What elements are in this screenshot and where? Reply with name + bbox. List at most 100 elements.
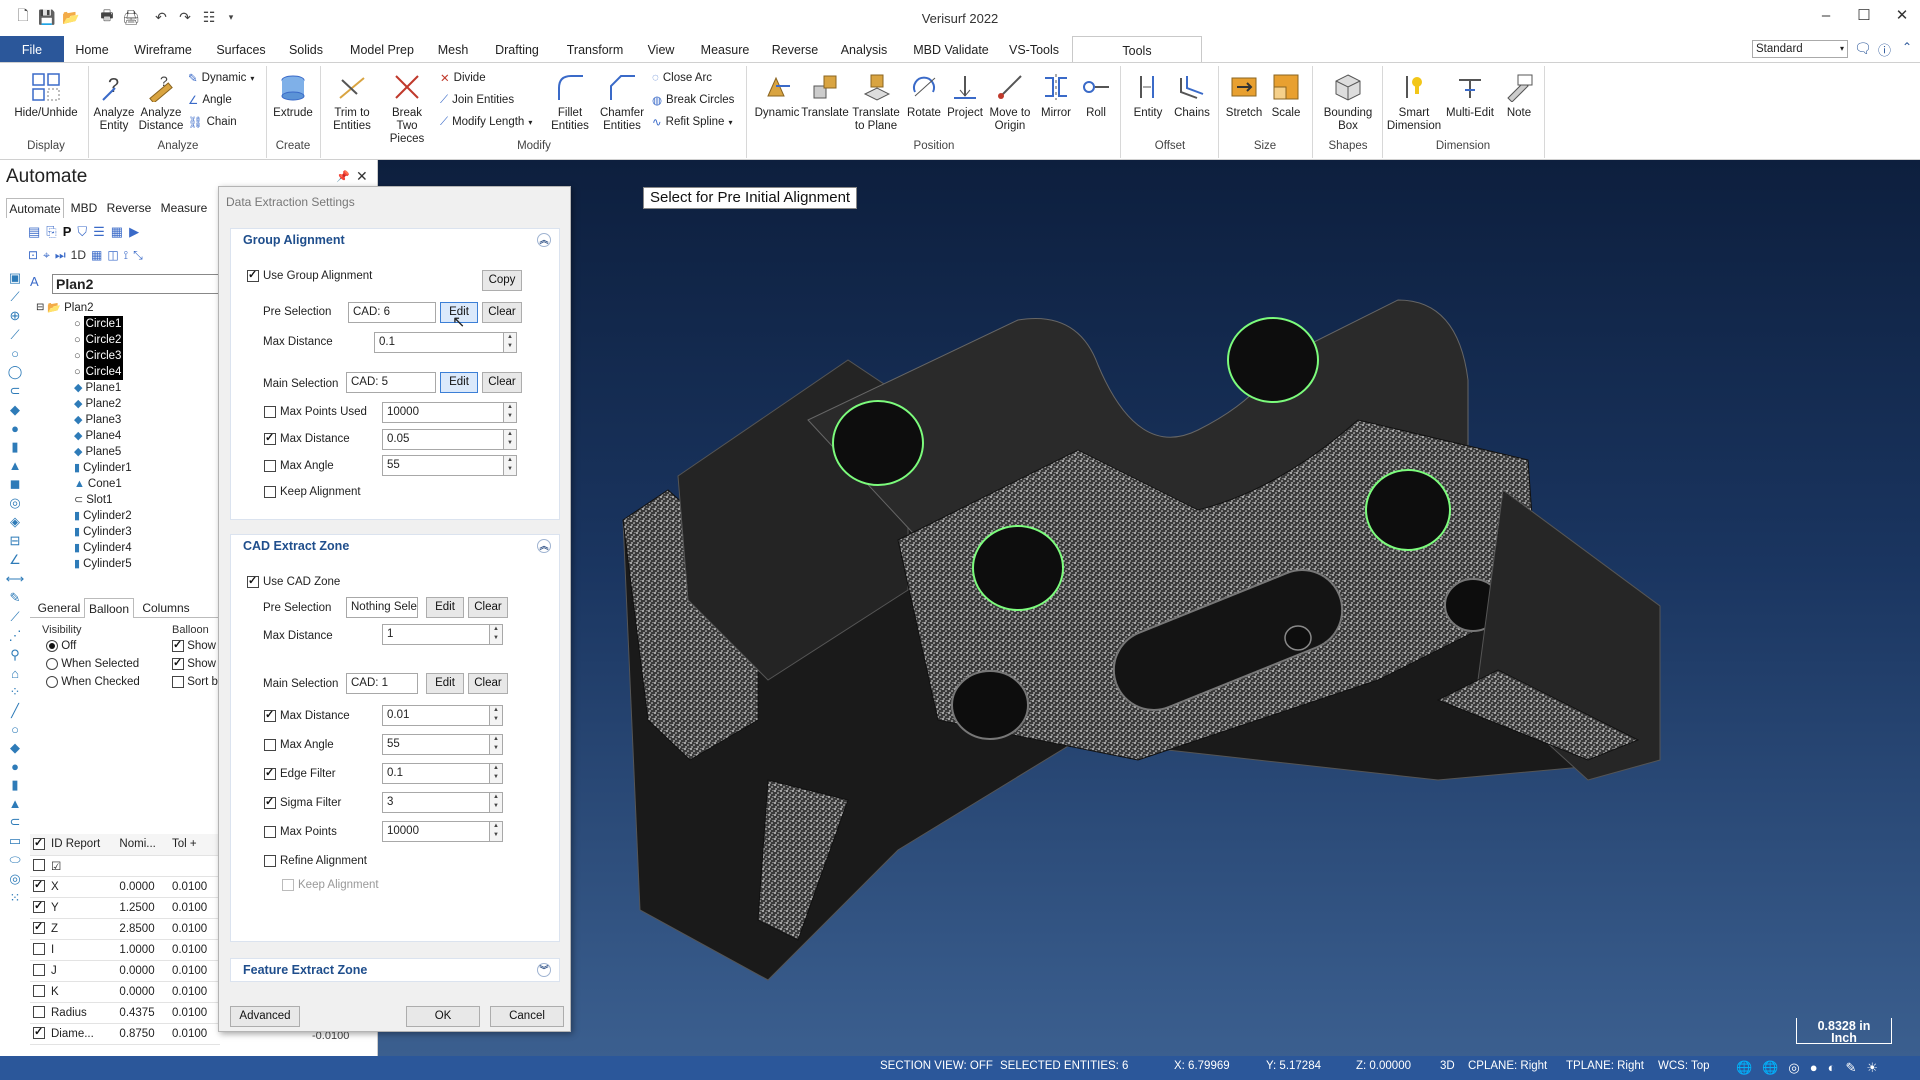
main-clear-button[interactable]: Clear: [482, 372, 522, 393]
mirror-button[interactable]: Mirror: [1036, 70, 1076, 120]
cad-max-distance2-field[interactable]: 0.01: [382, 705, 490, 726]
cad-main-selection-field[interactable]: CAD: 1: [346, 673, 418, 694]
tab-solids[interactable]: Solids: [282, 36, 330, 62]
tree-item[interactable]: ▮ Cylinder3: [36, 524, 216, 540]
cube-tool-icon[interactable]: ◼: [10, 476, 21, 492]
point-icon[interactable]: ⟋: [10, 289, 19, 305]
edit-tool-icon[interactable]: ✎: [10, 590, 21, 606]
part-model-3d[interactable]: [378, 160, 1920, 1056]
show-n2-checkbox[interactable]: Show N: [172, 656, 218, 670]
tab-columns[interactable]: Columns: [136, 598, 196, 618]
row-checkbox-cell[interactable]: [30, 1023, 48, 1045]
cplane-status[interactable]: CPLANE: Right: [1468, 1060, 1547, 1072]
ok-button[interactable]: OK: [406, 1006, 480, 1027]
break-circles-button[interactable]: ◍ Break Circles: [652, 90, 734, 110]
edge-filter-field[interactable]: 0.1: [382, 763, 490, 784]
cad-max-points-checkbox[interactable]: Max Points: [264, 826, 337, 838]
view-mode-status[interactable]: 3D: [1440, 1060, 1455, 1072]
slot-tool-icon[interactable]: ⊂: [10, 383, 21, 399]
cone-tool-icon[interactable]: ▲: [9, 458, 22, 473]
cad-max-distance-spinner[interactable]: ▲ ▼: [490, 624, 503, 645]
tree-item[interactable]: ⊂ Slot1: [36, 492, 216, 508]
qa-dropdown-icon[interactable]: ▾: [222, 8, 240, 26]
offset-chains-button[interactable]: Chains: [1170, 70, 1214, 120]
maximize-icon[interactable]: ☐: [1850, 4, 1878, 28]
angle-tool-icon[interactable]: ∠: [9, 552, 21, 568]
undo-icon[interactable]: ↶: [152, 8, 170, 26]
tab-vs-tools[interactable]: VS-Tools: [1006, 36, 1062, 62]
tplane-status[interactable]: TPLANE: Right: [1566, 1060, 1644, 1072]
sphere-tool-icon[interactable]: ●: [11, 421, 19, 436]
use-group-alignment-checkbox[interactable]: Use Group Alignment: [247, 268, 372, 282]
cancel-button[interactable]: Cancel: [490, 1006, 564, 1027]
row-checkbox-cell[interactable]: [30, 960, 48, 982]
hide-unhide-button[interactable]: Hide/Unhide: [10, 70, 82, 120]
tree-item[interactable]: ▲ Cone1: [36, 476, 216, 492]
device-tool-icon[interactable]: ⌂: [11, 666, 19, 681]
row-checkbox-cell[interactable]: [30, 918, 48, 940]
smart-dimension-button[interactable]: Smart Dimension: [1386, 70, 1442, 133]
visibility-selected-radio[interactable]: When Selected: [46, 658, 140, 670]
plan-name-field[interactable]: Plan2: [52, 274, 222, 294]
divide-button[interactable]: ✕ Divide: [440, 68, 486, 88]
cad-max-points-field[interactable]: 10000: [382, 821, 490, 842]
style-combo[interactable]: Standard ▾: [1752, 40, 1848, 58]
edge-filter-spinner[interactable]: ▲ ▼: [490, 763, 503, 784]
tab-mesh[interactable]: Mesh: [432, 36, 474, 62]
new-file-icon[interactable]: 🗋: [14, 7, 32, 26]
ribbon-collapse-icon[interactable]: ⌃: [1902, 40, 1912, 54]
tab-balloon[interactable]: Balloon: [84, 598, 134, 618]
dynamic-analyze-button[interactable]: ✎ Dynamic ▾: [188, 68, 254, 88]
use-cad-zone-checkbox[interactable]: Use CAD Zone: [247, 574, 340, 588]
cad-main-clear-button[interactable]: Clear: [468, 673, 508, 694]
globe-icon[interactable]: 🌐: [1736, 1060, 1752, 1076]
tree-item[interactable]: ○ Circle4: [36, 364, 216, 380]
cad-max-angle-checkbox[interactable]: Max Angle: [264, 739, 334, 751]
expand-icon[interactable]: ︾: [537, 963, 551, 977]
sphere-wire-icon[interactable]: ◐: [1828, 1060, 1836, 1076]
max-points-used-field[interactable]: 10000: [382, 402, 504, 423]
table-row[interactable]: X0.00000.0100: [30, 876, 220, 898]
visibility-off-radio[interactable]: Off: [46, 640, 140, 652]
arrow-tool-icon[interactable]: ⟷: [6, 571, 25, 587]
refit-spline-button[interactable]: ∿ Refit Spline ▾: [652, 112, 732, 132]
wcs-status[interactable]: WCS: Top: [1658, 1060, 1710, 1072]
tree-item[interactable]: ◆ Plane5: [36, 444, 216, 460]
globe3-icon[interactable]: ◎: [1788, 1060, 1799, 1076]
ellipse-tool-icon[interactable]: ◯: [8, 364, 23, 380]
tab-automate[interactable]: Automate: [6, 198, 64, 218]
tree-item[interactable]: ▮ Cylinder2: [36, 508, 216, 524]
cad-max-distance-field[interactable]: 1: [382, 624, 490, 645]
filter-icon[interactable]: ⛉: [77, 224, 87, 244]
cylinder2-tool-icon[interactable]: ▮: [11, 777, 18, 793]
pin-icon[interactable]: 📌: [336, 170, 350, 183]
pre-clear-button[interactable]: Clear: [482, 302, 522, 323]
rect-tool-icon[interactable]: ▭: [9, 833, 21, 849]
grid-filter-icon[interactable]: ☑: [48, 855, 117, 877]
tab-model-prep[interactable]: Model Prep: [344, 36, 420, 62]
tab-measure[interactable]: Measure: [694, 36, 756, 62]
tab-transform[interactable]: Transform: [560, 36, 630, 62]
cad-max-angle-field[interactable]: 55: [382, 734, 490, 755]
tab-view[interactable]: View: [642, 36, 680, 62]
offset-entity-button[interactable]: Entity: [1126, 70, 1170, 120]
tab-mbd-validate[interactable]: MBD Validate: [906, 36, 996, 62]
copy-button[interactable]: Copy: [482, 270, 522, 291]
max-points-used-checkbox[interactable]: Max Points Used: [264, 406, 367, 418]
path-tool-icon[interactable]: ⟋: [10, 609, 19, 625]
row-checkbox-cell[interactable]: [30, 939, 48, 961]
tree-item[interactable]: ◆ Plane3: [36, 412, 216, 428]
refine-alignment-checkbox[interactable]: Refine Alignment: [264, 855, 367, 867]
tab-measure-panel[interactable]: Measure: [158, 198, 210, 218]
sigma-filter-checkbox[interactable]: Sigma Filter: [264, 795, 341, 809]
comment-icon[interactable]: 🗨: [1854, 40, 1872, 57]
plan-icon[interactable]: ▣: [9, 270, 21, 286]
join-entities-button[interactable]: ⟋ Join Entities: [440, 90, 514, 110]
grid-filter-check[interactable]: [30, 855, 48, 877]
play-icon[interactable]: ▶: [129, 224, 139, 244]
measure-icon[interactable]: ⟟: [124, 248, 128, 268]
fillet-entities-button[interactable]: Fillet Entities: [546, 70, 594, 133]
extrude-button[interactable]: Extrude: [270, 70, 316, 120]
tab-reverse-panel[interactable]: Reverse: [104, 198, 154, 218]
cone2-tool-icon[interactable]: ▲: [9, 796, 22, 811]
